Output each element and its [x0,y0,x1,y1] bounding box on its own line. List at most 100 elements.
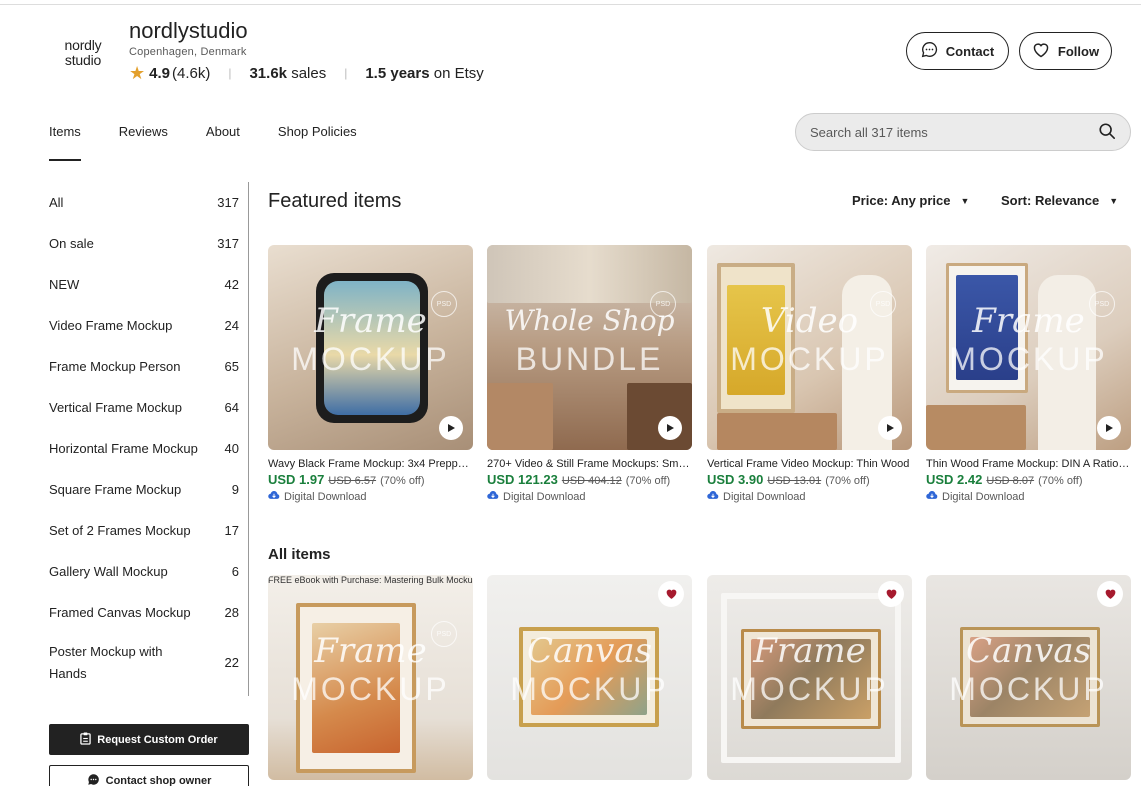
category-label: Video Frame Mockup [49,318,173,333]
artwork [717,413,837,450]
listing-card[interactable]: Canvas MOCKUP [926,575,1131,780]
tab-about[interactable]: About [206,124,240,161]
chat-icon [921,41,938,61]
star-icon: ★ [129,62,146,83]
category-poster-mockup-hands[interactable]: Poster Mockup with Hands 22 [49,637,249,689]
listing-title[interactable]: Wavy Black Frame Mockup: 3x4 Preppy Kitc… [268,458,473,470]
overlay-title: Video [760,301,859,341]
category-horizontal-frame-mockup[interactable]: Horizontal Frame Mockup 40 [49,428,249,469]
play-icon[interactable] [658,416,682,440]
listing-thumbnail[interactable]: Canvas MOCKUP [487,575,692,780]
category-framed-canvas-mockup[interactable]: Framed Canvas Mockup 28 [49,592,249,633]
tab-reviews[interactable]: Reviews [119,124,168,161]
listing-thumbnail[interactable]: PSD Whole Shop BUNDLE [487,245,692,450]
sort-dropdown[interactable]: Sort: Relevance ▼ [1001,193,1118,208]
price-row: USD 3.90 USD 13.01 (70% off) [707,472,912,487]
listing-title[interactable]: Vertical Frame Video Mockup: Thin Wood [707,458,912,470]
years-label: on Etsy [433,64,484,82]
request-custom-order-button[interactable]: Request Custom Order [49,724,249,755]
search-input[interactable]: Search all 317 items [795,113,1131,151]
category-gallery-wall-mockup[interactable]: Gallery Wall Mockup 6 [49,551,249,592]
listing-title[interactable]: Thin Wood Frame Mockup: DIN A Ratio Post… [926,458,1131,470]
listing-card[interactable]: Canvas MOCKUP [487,575,692,780]
listing-thumbnail[interactable]: Frame MOCKUP [707,575,912,780]
category-all[interactable]: All 317 [49,182,249,223]
overlay-subtitle: MOCKUP [510,671,669,707]
favorite-heart-icon[interactable] [878,581,904,607]
play-icon[interactable] [439,416,463,440]
category-label: Horizontal Frame Mockup [49,441,198,456]
category-count: 24 [224,318,239,333]
overlay-title: Frame [314,631,427,671]
overlay-title: Whole Shop [504,304,675,337]
tab-shop-policies[interactable]: Shop Policies [278,124,357,161]
listing-thumbnail[interactable]: FREE eBook with Purchase: Mastering Bulk… [268,575,473,780]
divider: | [228,66,232,80]
search-icon[interactable] [1098,122,1116,143]
category-set-of-2-frames[interactable]: Set of 2 Frames Mockup 17 [49,510,249,551]
category-count: 42 [224,277,239,292]
category-count: 317 [217,195,239,210]
download-label: Digital Download [284,490,367,503]
shop-name: nordlystudio [129,18,248,43]
overlay-subtitle: MOCKUP [949,341,1108,377]
featured-item-card[interactable]: PSD Video MOCKUP Vertical Frame Video Mo… [707,245,912,503]
category-new[interactable]: NEW 42 [49,264,249,305]
digital-download-badge: Digital Download [926,490,1131,503]
price-filter-dropdown[interactable]: Price: Any price ▼ [852,193,969,208]
featured-item-card[interactable]: PSD Frame MOCKUP Thin Wood Frame Mockup:… [926,245,1131,503]
cloud-download-icon [707,490,719,503]
listing-card[interactable]: FREE eBook with Purchase: Mastering Bulk… [268,575,473,780]
category-label: Vertical Frame Mockup [49,400,182,415]
discount: (70% off) [825,475,870,487]
category-video-frame-mockup[interactable]: Video Frame Mockup 24 [49,305,249,346]
favorite-heart-icon[interactable] [1097,581,1123,607]
category-count: 64 [224,400,239,415]
category-on-sale[interactable]: On sale 317 [49,223,249,264]
contact-button[interactable]: Contact [906,32,1009,70]
overlay-title: Frame [314,301,427,341]
promo-banner: FREE eBook with Purchase: Mastering Bulk… [268,575,473,585]
contact-shop-owner-button[interactable]: Contact shop owner [49,765,249,786]
category-vertical-frame-mockup[interactable]: Vertical Frame Mockup 64 [49,387,249,428]
artwork [487,383,553,450]
cloud-download-icon [926,490,938,503]
discount: (70% off) [380,475,425,487]
listing-thumbnail[interactable]: Canvas MOCKUP [926,575,1131,780]
category-count: 65 [224,359,239,374]
play-icon[interactable] [878,416,902,440]
category-label: On sale [49,236,94,251]
featured-item-card[interactable]: PSD Whole Shop BUNDLE 270+ Video & Still… [487,245,692,503]
price-row: USD 1.97 USD 6.57 (70% off) [268,472,473,487]
sale-price: USD 2.42 [926,472,983,487]
tab-items[interactable]: Items [49,124,81,161]
category-frame-mockup-person[interactable]: Frame Mockup Person 65 [49,346,249,387]
category-label: Framed Canvas Mockup [49,605,191,620]
shop-logo[interactable]: nordly studio [49,22,117,84]
follow-button[interactable]: Follow [1019,32,1112,70]
price-row: USD 2.42 USD 8.07 (70% off) [926,472,1131,487]
favorite-heart-icon[interactable] [658,581,684,607]
artwork [627,383,692,450]
shop-tabs: Items Reviews About Shop Policies [49,124,395,161]
category-count: 17 [224,523,239,538]
cloud-download-icon [487,490,499,503]
all-items-heading: All items [268,546,331,563]
listing-thumbnail[interactable]: PSD Video MOCKUP [707,245,912,450]
review-count[interactable]: (4.6k) [172,65,210,82]
listing-title[interactable]: 270+ Video & Still Frame Mockups: Small … [487,458,692,470]
listing-thumbnail[interactable]: PSD Frame MOCKUP [926,245,1131,450]
listing-thumbnail[interactable]: PSD Frame MOCKUP [268,245,473,450]
digital-download-badge: Digital Download [487,490,692,503]
listing-card[interactable]: Frame MOCKUP [707,575,912,780]
shop-stats: ★ 4.9 (4.6k) | 31.6k sales | 1.5 years o… [129,63,484,83]
digital-download-badge: Digital Download [707,490,912,503]
category-square-frame-mockup[interactable]: Square Frame Mockup 9 [49,469,249,510]
chat-icon [87,773,100,786]
category-count: 22 [224,655,239,670]
play-icon[interactable] [1097,416,1121,440]
category-count: 28 [224,605,239,620]
featured-item-card[interactable]: PSD Frame MOCKUP Wavy Black Frame Mockup… [268,245,473,503]
original-price: USD 13.01 [767,475,822,487]
category-count: 317 [217,236,239,251]
